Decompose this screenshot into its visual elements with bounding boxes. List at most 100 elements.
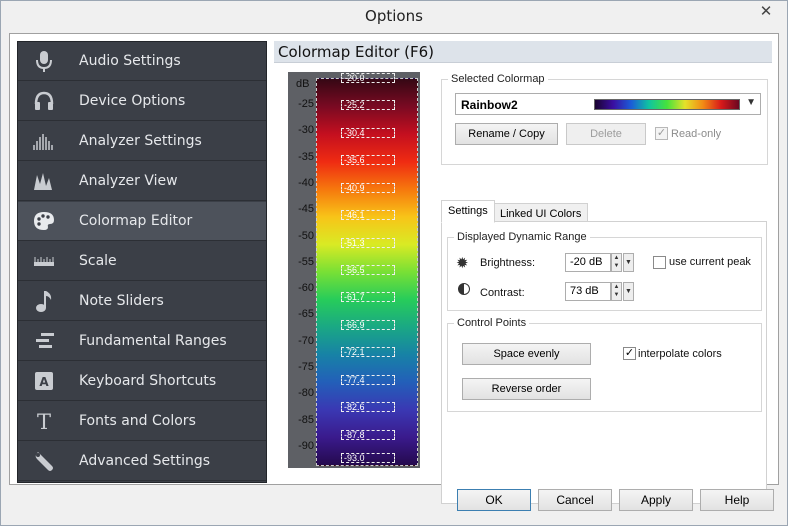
sidebar-item-label: Fonts and Colors — [79, 413, 196, 429]
sidebar-item-audio-settings[interactable]: Audio Settings — [18, 42, 266, 81]
close-button[interactable]: ✕ — [751, 2, 781, 22]
db-tick-label: -50 — [298, 229, 314, 242]
readonly-label: Read-only — [671, 128, 722, 140]
sidebar-item-analyzer-settings[interactable]: Analyzer Settings — [18, 122, 266, 161]
control-point[interactable]: -87.8 — [341, 429, 395, 440]
sidebar-item-fundamental-ranges[interactable]: Fundamental Ranges — [18, 322, 266, 361]
brightness-dropdown[interactable]: ▼ — [623, 253, 634, 272]
control-points-group: Control Points Space evenly Reverse orde… — [447, 317, 762, 412]
sidebar-item-label: Device Options — [79, 93, 186, 109]
sidebar-item-colormap-editor[interactable]: Colormap Editor — [18, 202, 266, 241]
space-evenly-button[interactable]: Space evenly — [462, 343, 591, 365]
ruler-icon — [24, 242, 64, 281]
sidebar-item-analyzer-view[interactable]: Analyzer View — [18, 162, 266, 201]
db-tick-label: -75 — [298, 361, 314, 373]
brightness-spinner[interactable]: ▲ ▼ — [611, 253, 622, 272]
db-tick-label: -70 — [298, 334, 314, 347]
ok-button[interactable]: OK — [457, 489, 531, 511]
db-tick-label: -85 — [298, 413, 314, 426]
sidebar-item-keyboard-shortcuts[interactable]: A Keyboard Shortcuts — [18, 362, 266, 401]
dynamic-range-group: Displayed Dynamic Range ✹ Brightness: -2… — [447, 231, 762, 311]
contrast-dropdown[interactable]: ▼ — [623, 282, 634, 301]
font-icon: T — [24, 402, 64, 441]
settings-tab-panel: Displayed Dynamic Range ✹ Brightness: -2… — [441, 221, 767, 504]
chevron-down-icon: ▼ — [746, 97, 756, 108]
colormap-select[interactable]: Rainbow2 ▼ — [455, 93, 761, 115]
ranges-icon — [24, 322, 64, 361]
control-point[interactable]: -93.0 — [341, 453, 395, 463]
title-bar: Options ✕ — [1, 1, 787, 31]
options-frame: Audio Settings Device Options Analyzer Set… — [9, 33, 779, 504]
sidebar-item-label: Analyzer View — [79, 173, 178, 189]
control-point[interactable]: -35.6 — [341, 155, 395, 166]
control-point[interactable]: -82.6 — [341, 402, 395, 413]
control-point[interactable]: -25.2 — [341, 100, 395, 111]
dynamic-range-group-title: Displayed Dynamic Range — [454, 231, 590, 243]
sidebar-item-label: Audio Settings — [79, 53, 181, 69]
db-tick-label: -65 — [298, 308, 314, 321]
panel-title: Colormap Editor (F6) — [274, 41, 772, 63]
control-point[interactable]: -30.4 — [341, 127, 395, 138]
control-point[interactable]: -72.1 — [341, 347, 395, 358]
db-tick-label: -40 — [298, 176, 314, 189]
control-points-group-title: Control Points — [454, 317, 530, 329]
sidebar-item-fonts-and-colors[interactable]: T Fonts and Colors — [18, 402, 266, 441]
options-window: Options ✕ Audio Settings Device Options An… — [0, 0, 788, 526]
contrast-spinner[interactable]: ▲ ▼ — [611, 282, 622, 301]
db-tick-label: -60 — [298, 282, 314, 295]
contrast-input[interactable]: 73 dB — [565, 282, 611, 301]
control-point[interactable]: -40.9 — [341, 182, 395, 193]
control-point[interactable]: -51.3 — [341, 237, 395, 248]
db-tick-label: -25 — [298, 98, 314, 110]
selected-colormap-group: Selected Colormap Rainbow2 ▼ Rename / Co… — [441, 73, 768, 165]
contrast-icon — [458, 283, 470, 295]
sidebar-item-label: Scale — [79, 253, 117, 269]
control-point[interactable]: -46.1 — [341, 210, 395, 221]
colormap-gradient-bar[interactable]: -20.0 -25.2 -30.4 -35.6 -40.9 -46.1 -51.3 -56.5… — [316, 73, 418, 466]
colormap-gradient-swatch — [594, 99, 740, 110]
apply-button[interactable]: Apply — [619, 489, 693, 511]
use-current-peak-checkbox[interactable] — [653, 256, 666, 269]
sidebar-item-label: Analyzer Settings — [79, 133, 202, 149]
sidebar-item-scale[interactable]: Scale — [18, 242, 266, 281]
analyzer-settings-icon — [24, 122, 64, 161]
control-point[interactable]: -66.9 — [341, 319, 395, 330]
reverse-order-button[interactable]: Reverse order — [462, 378, 591, 400]
use-current-peak-label: use current peak — [669, 256, 751, 268]
rename-copy-button[interactable]: Rename / Copy — [455, 123, 558, 145]
content-panel: Colormap Editor (F6) dB -25 -30 -35 -40 -45-… — [274, 41, 772, 504]
headphones-icon — [24, 82, 64, 121]
db-tick-label: -80 — [298, 387, 314, 400]
contrast-label: Contrast: — [480, 287, 525, 299]
colormap-name: Rainbow2 — [461, 98, 518, 112]
db-tick-label: -45 — [298, 203, 314, 216]
sidebar-item-note-sliders[interactable]: Note Sliders — [18, 282, 266, 321]
sidebar-item-label: Keyboard Shortcuts — [79, 373, 217, 389]
palette-icon — [24, 202, 64, 241]
microphone-icon — [24, 42, 64, 81]
keyboard-key-icon: A — [24, 362, 64, 401]
control-point[interactable]: -20.0 — [341, 73, 395, 83]
db-tick-label: -90 — [298, 439, 314, 452]
sun-icon: ✹ — [456, 255, 469, 272]
interpolate-colors-label: interpolate colors — [638, 348, 722, 360]
cancel-button[interactable]: Cancel — [538, 489, 612, 511]
control-point[interactable]: -61.7 — [341, 292, 395, 303]
sidebar-item-advanced-settings[interactable]: Advanced Settings — [18, 442, 266, 481]
sidebar-item-device-options[interactable]: Device Options — [18, 82, 266, 121]
help-button[interactable]: Help — [700, 489, 774, 511]
db-tick-label: -30 — [298, 124, 314, 137]
tab-linked-ui-colors[interactable]: Linked UI Colors — [493, 203, 589, 223]
tab-settings[interactable]: Settings — [441, 200, 495, 223]
sidebar-item-label: Colormap Editor — [79, 213, 193, 229]
selected-colormap-group-title: Selected Colormap — [448, 73, 548, 85]
interpolate-colors-checkbox[interactable]: ✓ — [623, 347, 636, 360]
readonly-checkbox[interactable]: ✓ — [655, 127, 668, 140]
delete-button[interactable]: Delete — [566, 123, 646, 145]
sidebar-item-label: Note Sliders — [79, 293, 164, 309]
control-point[interactable]: -56.5 — [341, 265, 395, 275]
brightness-input[interactable]: -20 dB — [565, 253, 611, 272]
colormap-preview: dB -25 -30 -35 -40 -45 -50 -55 -60 -65 -70 -75 -80-… — [288, 72, 420, 468]
svg-text:A: A — [39, 375, 49, 389]
control-point[interactable]: -77.4 — [341, 374, 395, 385]
